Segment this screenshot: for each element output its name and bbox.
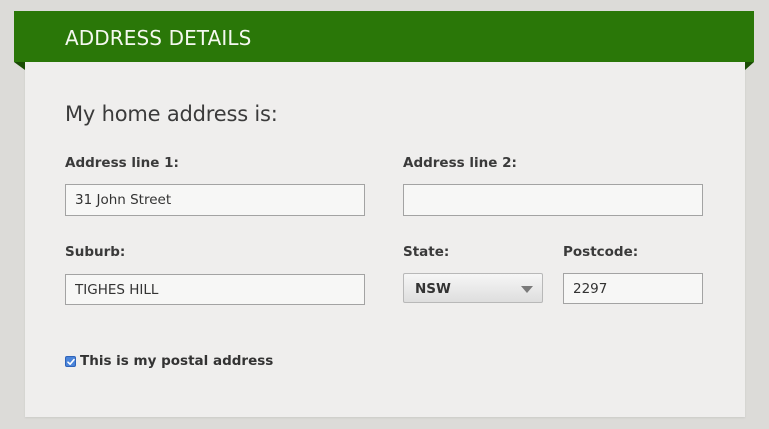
- postcode-label: Postcode:: [563, 244, 639, 260]
- postcode-input[interactable]: [563, 273, 703, 304]
- state-select[interactable]: NSW: [403, 273, 543, 303]
- address-line-1-input[interactable]: [65, 184, 365, 216]
- postal-address-checkbox[interactable]: [65, 356, 76, 367]
- address-line-1-label: Address line 1:: [65, 155, 179, 171]
- postal-address-label[interactable]: This is my postal address: [80, 351, 273, 371]
- page-title: ADDRESS DETAILS: [65, 26, 252, 50]
- state-selected-value: NSW: [415, 281, 451, 297]
- suburb-label: Suburb:: [65, 244, 126, 260]
- address-line-2-input[interactable]: [403, 184, 703, 216]
- chevron-down-icon: [521, 286, 533, 293]
- checkmark-icon: [67, 358, 75, 365]
- suburb-input[interactable]: [65, 274, 365, 305]
- banner-fold-left: [14, 62, 25, 70]
- section-heading: My home address is:: [65, 102, 278, 126]
- banner-fold-right: [745, 62, 754, 70]
- address-line-2-label: Address line 2:: [403, 155, 517, 171]
- state-label: State:: [403, 244, 450, 260]
